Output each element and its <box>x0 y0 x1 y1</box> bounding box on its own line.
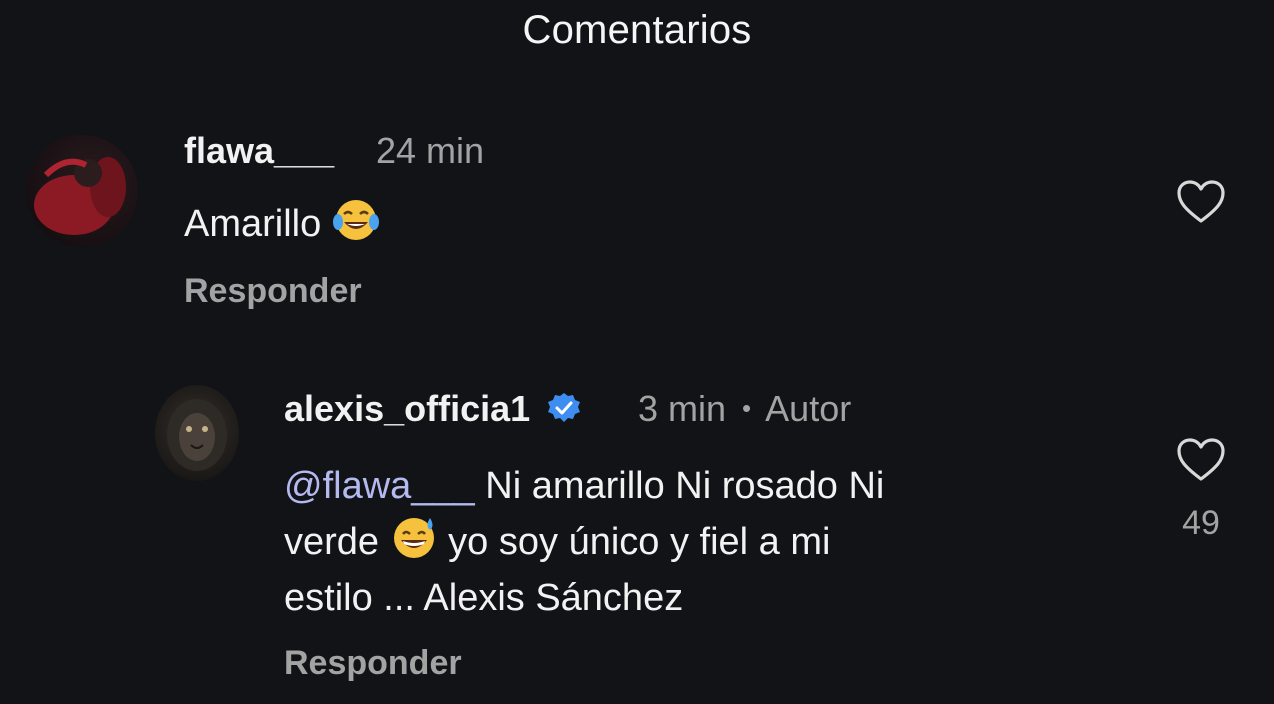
mention-link[interactable]: @flawa___ <box>284 465 475 507</box>
comment-username[interactable]: flawa___ <box>184 130 334 172</box>
avatar[interactable] <box>155 385 239 481</box>
comment-time: 3 min <box>638 388 727 429</box>
comment-text-line1: Ni amarillo Ni rosado Ni <box>474 465 885 507</box>
comment-text-line4: estilo ... Alexis Sánchez <box>284 577 684 619</box>
heart-icon[interactable] <box>1175 436 1227 484</box>
author-tag: Autor <box>765 388 852 429</box>
comment-username-text: alexis_officia1 <box>284 388 531 429</box>
avatar-image <box>167 399 227 471</box>
comment-time: 24 min <box>376 130 485 171</box>
comment-username[interactable]: alexis_officia1 <box>284 388 582 430</box>
tears-of-joy-emoji-icon <box>332 200 379 240</box>
reply-button[interactable]: Responder <box>184 272 362 311</box>
meta-separator: • <box>742 393 752 423</box>
heart-icon[interactable] <box>1175 178 1227 226</box>
comment-text: Amarillo <box>184 196 380 252</box>
comment-text-content: Amarillo <box>184 203 322 245</box>
avatar[interactable] <box>26 135 138 247</box>
page-title: Comentarios <box>522 8 752 52</box>
comment-text-line2: verde <box>284 521 380 563</box>
reply-button[interactable]: Responder <box>284 644 462 683</box>
comment-text: @flawa___ Ni amarillo Ni rosado Ni verde… <box>284 458 1144 626</box>
verified-badge-icon <box>548 393 581 422</box>
grinning-sweat-emoji-icon <box>393 518 434 558</box>
like-count: 49 <box>1182 504 1220 542</box>
avatar-image <box>34 157 126 235</box>
comment-meta: 3 min • Autor <box>638 388 851 430</box>
comment-text-line3: yo soy único y fiel a mi <box>437 521 831 563</box>
